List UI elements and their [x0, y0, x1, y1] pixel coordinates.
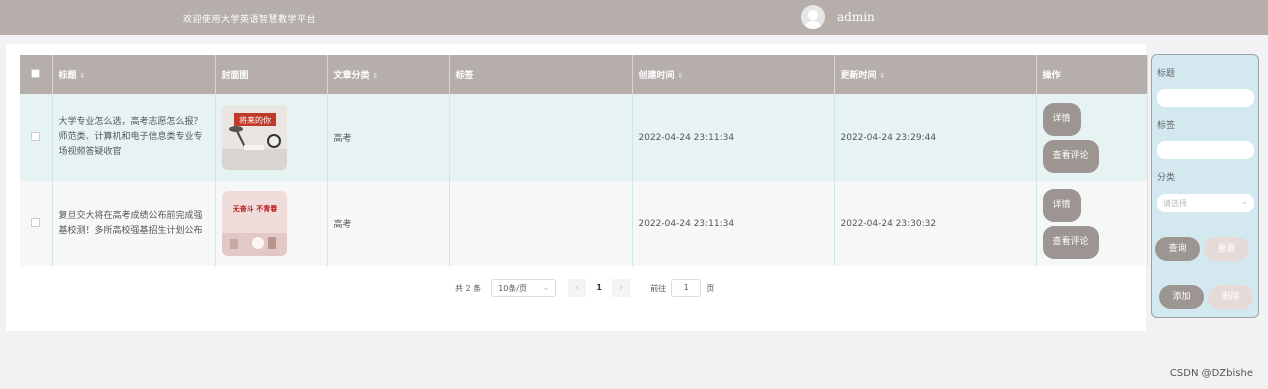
article-category: 高考 [327, 94, 450, 181]
query-button[interactable]: 查询 [1155, 237, 1200, 261]
welcome-text: 欢迎使用大学英语智慧教学平台 [183, 15, 317, 25]
category-filter-select[interactable]: 请选择 ⌄ [1157, 194, 1254, 212]
goto-suffix: 页 [706, 283, 715, 293]
add-button[interactable]: 添加 [1159, 285, 1204, 309]
goto-page-input[interactable]: 1 [671, 279, 702, 297]
updated-time: 2022-04-24 23:30:32 [834, 181, 1037, 266]
detail-button[interactable]: 详情 [1042, 102, 1081, 136]
article-title: 复旦交大将在高考成绩公布前完成强基校测！多所高校强基招生计划公布 [52, 181, 216, 266]
sort-icon[interactable]: ⇕ [678, 72, 684, 80]
cover-image[interactable]: 将来的你 [221, 105, 287, 170]
column-header-tags: 标签 [449, 55, 633, 94]
article-table: 标题 ⇕ 封面图 文章分类 ⇕ 标签 创建时间 ⇕ 更新时间 ⇕ 操作 大学专业怎么选，… [20, 55, 1148, 266]
prev-page-button[interactable]: ‹ [568, 279, 587, 297]
row-checkbox[interactable] [20, 181, 53, 266]
tags-filter-label: 标签 [1157, 121, 1176, 131]
column-header-created[interactable]: 创建时间 ⇕ [632, 55, 835, 94]
goto-label: 前往 [650, 283, 667, 293]
sort-icon[interactable]: ⇕ [80, 72, 86, 80]
category-filter-label: 分类 [1157, 173, 1176, 183]
article-title: 大学专业怎么选，高考志愿怎么报？师范类、计算机和电子信息类专业专场视频答疑收官 [52, 94, 216, 181]
row-actions: 详情 查看评论 [1036, 94, 1148, 181]
page-size-select[interactable]: 10条/页 ⌄ [491, 279, 557, 297]
article-tags [449, 181, 633, 266]
view-comments-button[interactable]: 查看评论 [1042, 225, 1099, 259]
avatar[interactable] [801, 5, 825, 29]
pagination: 共 2 条 10条/页 ⌄ ‹ 1 › 前往 1 页 [455, 279, 714, 297]
row-actions: 详情 查看评论 [1036, 181, 1148, 266]
cover-image[interactable]: 无奋斗 不青春 [221, 191, 287, 256]
article-tags [449, 94, 633, 181]
created-time: 2022-04-24 23:11:34 [632, 94, 835, 181]
watermark: CSDN @DZbishe [1169, 368, 1253, 379]
column-header-category[interactable]: 文章分类 ⇕ [327, 55, 450, 94]
sort-icon[interactable]: ⇕ [880, 72, 886, 80]
created-time: 2022-04-24 23:11:34 [632, 181, 835, 266]
column-header-actions: 操作 [1036, 55, 1148, 94]
column-header-title[interactable]: 标题 ⇕ [52, 55, 216, 94]
reset-button[interactable]: 重置 [1204, 237, 1249, 261]
chevron-down-icon: ⌄ [1241, 197, 1248, 206]
table-header: 标题 ⇕ 封面图 文章分类 ⇕ 标签 创建时间 ⇕ 更新时间 ⇕ 操作 [20, 55, 1148, 94]
cover-cell: 将来的你 [215, 94, 328, 181]
user-icon [805, 10, 821, 29]
article-category: 高考 [327, 181, 450, 266]
view-comments-button[interactable]: 查看评论 [1042, 139, 1099, 173]
next-page-button[interactable]: › [612, 279, 631, 297]
sort-icon[interactable]: ⇕ [373, 72, 379, 80]
delete-button[interactable]: 删除 [1208, 285, 1253, 309]
title-filter-label: 标题 [1157, 69, 1176, 79]
select-all-checkbox[interactable] [20, 55, 53, 94]
tags-filter-input[interactable] [1157, 141, 1254, 159]
table-row: 复旦交大将在高考成绩公布前完成强基校测！多所高校强基招生计划公布 无奋斗 不青春… [20, 181, 1148, 266]
detail-button[interactable]: 详情 [1042, 188, 1081, 222]
updated-time: 2022-04-24 23:29:44 [834, 94, 1037, 181]
chevron-left-icon: ‹ [575, 283, 579, 292]
cover-caption: 将来的你 [239, 115, 271, 125]
top-bar: 欢迎使用大学英语智慧教学平台 admin [0, 0, 1268, 35]
search-panel: 标题 标签 分类 请选择 ⌄ 查询 重置 添加 删除 [1151, 54, 1259, 318]
table-row: 大学专业怎么选，高考志愿怎么报？师范类、计算机和电子信息类专业专场视频答疑收官 … [20, 94, 1148, 181]
column-header-updated[interactable]: 更新时间 ⇕ [834, 55, 1037, 94]
cover-cell: 无奋斗 不青春 [215, 181, 328, 266]
column-header-cover: 封面图 [215, 55, 328, 94]
page-number-current[interactable]: 1 [586, 279, 613, 297]
cover-caption: 无奋斗 不青春 [231, 204, 277, 213]
chevron-right-icon: › [619, 283, 623, 292]
title-filter-input[interactable] [1157, 89, 1254, 107]
chevron-down-icon: ⌄ [542, 283, 550, 292]
total-count: 共 2 条 [455, 283, 482, 293]
row-checkbox[interactable] [20, 94, 53, 181]
username[interactable]: admin [837, 10, 875, 24]
